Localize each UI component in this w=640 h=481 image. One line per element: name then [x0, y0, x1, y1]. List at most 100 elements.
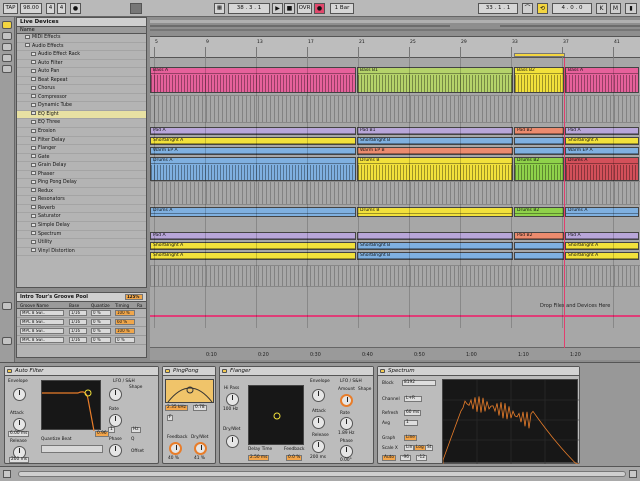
- browser-item[interactable]: Grain Delay: [17, 162, 146, 171]
- clip[interactable]: Drums B2: [514, 157, 564, 181]
- quantize-menu[interactable]: 1 Bar: [330, 3, 354, 14]
- browser-item[interactable]: Ping Pong Delay: [17, 179, 146, 188]
- live-devices-icon[interactable]: [2, 21, 12, 29]
- clip[interactable]: ShortBright B: [357, 137, 513, 145]
- clip[interactable]: Warm EP A: [565, 147, 639, 155]
- plugin-devices-icon[interactable]: [2, 32, 12, 40]
- browser-item[interactable]: Vinyl Distortion: [17, 248, 146, 257]
- clip[interactable]: [514, 137, 564, 145]
- clip[interactable]: Drums B: [357, 207, 513, 217]
- browser-item[interactable]: Filter Delay: [17, 137, 146, 146]
- clip[interactable]: ShortBright A: [565, 137, 639, 145]
- browser-item[interactable]: EQ Eight: [17, 110, 146, 120]
- phase-knob[interactable]: [109, 444, 122, 457]
- key-map-icon[interactable]: K: [596, 3, 607, 14]
- clip[interactable]: ShortBright A: [565, 242, 639, 250]
- clip[interactable]: ShortBright A: [565, 252, 639, 260]
- scale-st-button[interactable]: St: [425, 445, 434, 451]
- browser-item[interactable]: Audio Effects: [17, 43, 146, 52]
- block-select[interactable]: 8192: [402, 380, 436, 386]
- clip[interactable]: [514, 242, 564, 250]
- clip[interactable]: Pad A: [565, 127, 639, 135]
- avg-value[interactable]: 1: [404, 420, 418, 426]
- device-power-icon[interactable]: [7, 369, 12, 373]
- arrangement-overview[interactable]: [150, 17, 640, 37]
- groove-row[interactable]: MPC 8 Swi.. 1/16 0 % 100 %: [17, 327, 146, 336]
- release-knob[interactable]: [312, 440, 325, 453]
- groove-base-cell[interactable]: 1/16: [69, 328, 87, 334]
- groove-base-cell[interactable]: 1/16: [69, 310, 87, 316]
- clip[interactable]: [357, 232, 513, 240]
- time-ruler[interactable]: [150, 347, 640, 360]
- browser-item[interactable]: Auto Pan: [17, 68, 146, 77]
- clip[interactable]: ShortBright A: [150, 252, 356, 260]
- clip[interactable]: Pad B2: [514, 232, 564, 240]
- scale-lin-button[interactable]: Lin: [404, 445, 415, 451]
- groove-base-cell[interactable]: 1/16: [69, 319, 87, 325]
- clip[interactable]: Drums A: [565, 207, 639, 217]
- groove-quantize-cell[interactable]: 0 %: [91, 310, 111, 316]
- browser-item[interactable]: Phaser: [17, 171, 146, 180]
- graph-select[interactable]: Line: [404, 435, 417, 441]
- groove-name-cell[interactable]: MPC 8 Swi..: [20, 328, 64, 334]
- detail-view-toggle[interactable]: [629, 470, 637, 478]
- groove-row[interactable]: MPC 8 Swi.. 1/16 0 % 0 %: [17, 336, 146, 345]
- clip[interactable]: Bass A: [150, 67, 356, 93]
- groove-quantize-cell[interactable]: 0 %: [91, 319, 111, 325]
- browser-item[interactable]: Resonators: [17, 196, 146, 205]
- refresh-value[interactable]: 60 ms: [404, 410, 422, 416]
- browser-item[interactable]: Reverb: [17, 205, 146, 214]
- spectrum-display[interactable]: [442, 379, 579, 465]
- file-browser-1-icon[interactable]: [2, 43, 12, 51]
- range-max[interactable]: -12: [416, 455, 428, 461]
- tempo-field[interactable]: 98.00: [20, 3, 42, 14]
- clip[interactable]: Warm EP A: [150, 147, 356, 155]
- browser-item[interactable]: Saturator: [17, 213, 146, 223]
- browser-item[interactable]: EQ Three: [17, 119, 146, 129]
- channel-select[interactable]: L+R: [404, 396, 422, 402]
- auto-range-button[interactable]: Auto: [382, 455, 396, 461]
- groove-row[interactable]: MPC 8 Swi.. 1/16 0 % 100 %: [17, 309, 146, 318]
- rate-knob[interactable]: [340, 417, 353, 430]
- track-waveform-lane[interactable]: [150, 95, 640, 123]
- stop-icon[interactable]: ■: [284, 3, 295, 14]
- browser-item[interactable]: Spectrum: [17, 231, 146, 240]
- hz-button[interactable]: Hz: [131, 427, 141, 433]
- clip[interactable]: ShortBright B: [357, 242, 513, 250]
- clip[interactable]: Pad A: [150, 127, 356, 135]
- groove-name-cell[interactable]: MPC 8 Swi..: [20, 310, 64, 316]
- feedback-knob[interactable]: [169, 442, 182, 455]
- release-value[interactable]: 200 ms: [9, 457, 29, 463]
- flanger-xy-display[interactable]: [248, 385, 304, 445]
- clip[interactable]: Drums B2: [514, 207, 564, 217]
- phase-knob[interactable]: [340, 445, 353, 458]
- groove-timing-cell[interactable]: 0 %: [115, 337, 135, 343]
- clip[interactable]: Warm EP B: [357, 147, 513, 155]
- clip[interactable]: [514, 147, 564, 155]
- lfo-amount-knob[interactable]: [340, 394, 353, 407]
- freeze-button[interactable]: F: [167, 415, 174, 421]
- browser-item[interactable]: Dynamic Tube: [17, 102, 146, 111]
- browser-item[interactable]: Compressor: [17, 94, 146, 103]
- groove-quantize-cell[interactable]: 0 %: [91, 337, 111, 343]
- browser-item[interactable]: Redux: [17, 188, 146, 197]
- groove-timing-cell[interactable]: 100 %: [115, 310, 135, 316]
- arrangement-position-icon[interactable]: ▦: [214, 3, 225, 14]
- hi-pass-knob[interactable]: [226, 393, 239, 406]
- feedback-value[interactable]: 0.0 %: [286, 455, 303, 461]
- clip[interactable]: Drums A: [150, 207, 356, 217]
- metronome-icon[interactable]: ●: [70, 3, 81, 14]
- clip[interactable]: Drums A: [565, 157, 639, 181]
- groove-pool-icon[interactable]: [2, 302, 12, 310]
- browser-item[interactable]: Chorus: [17, 85, 146, 94]
- browser-item[interactable]: Beat Repeat: [17, 77, 146, 86]
- scale-log-button[interactable]: Log: [414, 445, 426, 451]
- signature-denominator[interactable]: 4: [57, 3, 66, 14]
- signature-numerator[interactable]: 4: [46, 3, 55, 14]
- arrangement-position[interactable]: 38 . 3 . 1: [228, 3, 270, 14]
- clip[interactable]: Drums A: [150, 157, 356, 181]
- midi-map-icon[interactable]: M: [610, 3, 621, 14]
- loop-icon[interactable]: ⟲: [537, 3, 548, 14]
- envelope-amount-knob[interactable]: [13, 388, 26, 401]
- groove-quantize-cell[interactable]: 0 %: [91, 328, 111, 334]
